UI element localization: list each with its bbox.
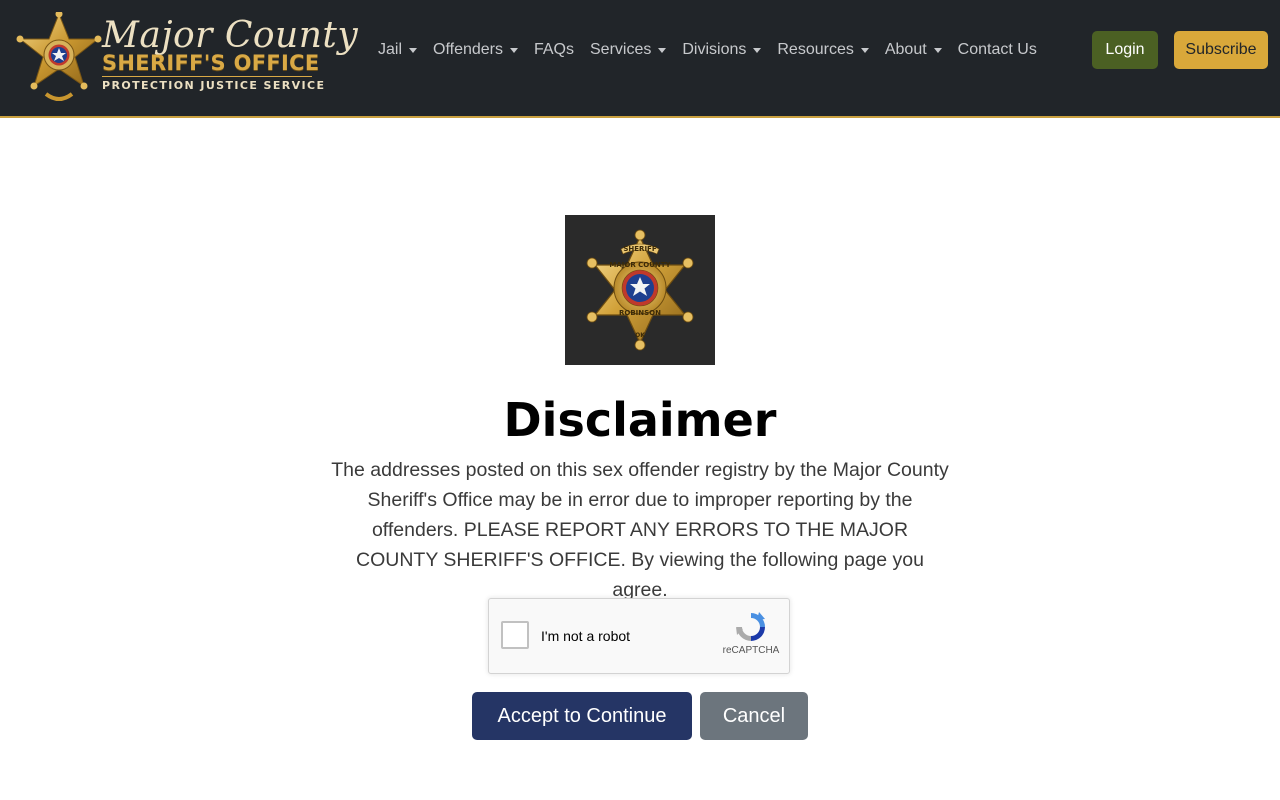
recaptcha-label: I'm not a robot <box>541 628 631 644</box>
site-logo[interactable]: Major County SHERIFF'S OFFICE PROTECTION… <box>16 12 358 108</box>
chevron-down-icon <box>860 47 869 53</box>
logo-office-name: SHERIFF'S OFFICE <box>102 51 320 75</box>
recaptcha-logo-icon <box>736 612 765 641</box>
chevron-down-icon <box>933 47 942 53</box>
nav-item-label: Offenders <box>433 41 503 58</box>
chevron-down-icon <box>509 47 518 53</box>
nav-item-services[interactable]: Services <box>582 38 674 62</box>
chevron-down-icon <box>753 47 762 53</box>
page-title: Disclaimer <box>503 393 777 447</box>
badge-top-text: SHERIFF <box>623 245 656 253</box>
cancel-button[interactable]: Cancel <box>700 692 808 740</box>
sheriff-badge-image: SHERIFF MAJOR COUNTY ROBINSON OK <box>565 215 715 365</box>
nav-item-label: Divisions <box>682 41 747 58</box>
nav-item-offenders[interactable]: Offenders <box>425 38 526 62</box>
nav-item-label: Jail <box>378 41 403 58</box>
nav-item-about[interactable]: About <box>877 38 950 62</box>
site-header: Major County SHERIFF'S OFFICE PROTECTION… <box>0 0 1280 118</box>
nav-item-contact-us[interactable]: Contact Us <box>950 38 1045 62</box>
badge-county-text: MAJOR COUNTY <box>609 261 671 269</box>
login-button[interactable]: Login <box>1092 31 1158 69</box>
recaptcha-checkbox[interactable] <box>501 621 529 649</box>
subscribe-button[interactable]: Subscribe <box>1174 31 1268 69</box>
chevron-down-icon <box>658 47 667 53</box>
nav-item-resources[interactable]: Resources <box>769 38 876 62</box>
recaptcha-widget: I'm not a robot reCAPTCHA <box>488 598 790 674</box>
nav-item-label: Contact Us <box>957 41 1037 58</box>
chevron-down-icon <box>409 47 418 53</box>
nav-item-jail[interactable]: Jail <box>370 38 425 62</box>
badge-state-text: OK <box>635 332 645 339</box>
sheriff-star-badge-icon: SHERIFF MAJOR COUNTY ROBINSON OK <box>586 229 694 351</box>
nav-item-label: About <box>884 41 927 58</box>
nav-item-label: FAQs <box>533 41 574 58</box>
disclaimer-text: The addresses posted on this sex offende… <box>331 459 949 601</box>
main-nav: Jail Offenders FAQs Services Divisions R… <box>370 38 1045 62</box>
recaptcha-brand: reCAPTCHA <box>722 645 780 656</box>
nav-item-divisions[interactable]: Divisions <box>674 38 769 62</box>
nav-item-label: Resources <box>777 41 854 58</box>
accept-button[interactable]: Accept to Continue <box>472 692 692 740</box>
nav-item-faqs[interactable]: FAQs <box>526 38 582 62</box>
badge-name-text: ROBINSON <box>619 309 661 317</box>
sheriff-star-logo-icon <box>16 12 102 101</box>
logo-motto: PROTECTION JUSTICE SERVICE <box>102 76 324 93</box>
nav-item-label: Services <box>590 41 652 58</box>
